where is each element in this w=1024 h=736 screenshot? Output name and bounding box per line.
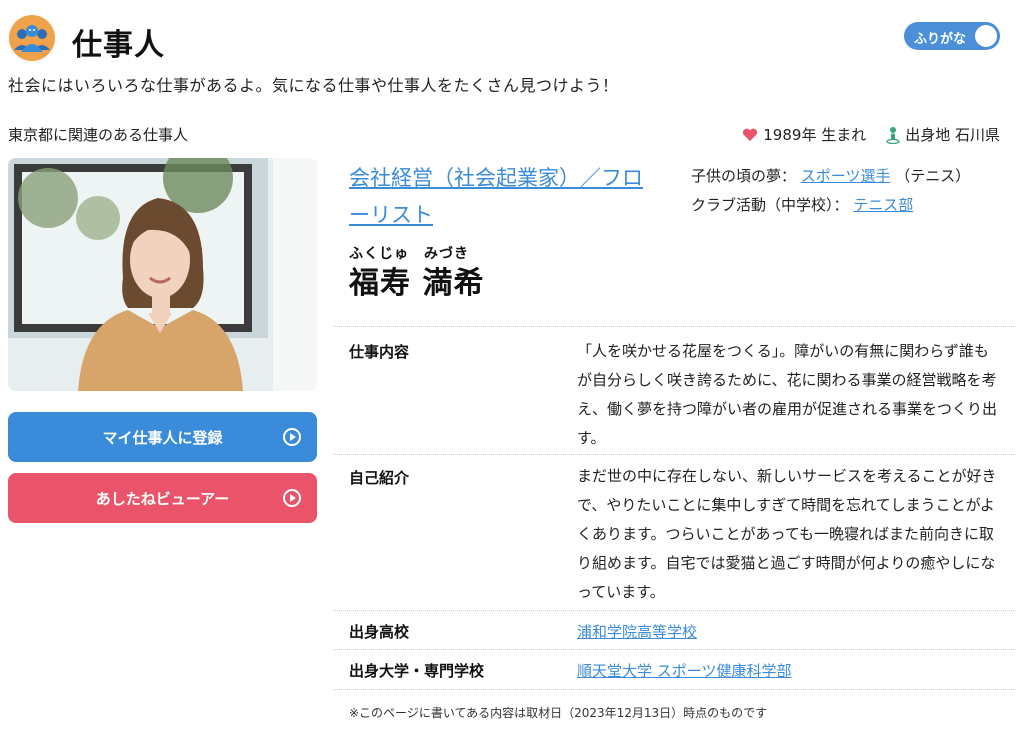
people-group-icon[interactable] [8,14,56,62]
dream-label: 子供の頃の夢： [691,167,797,185]
ashitane-viewer-button[interactable]: あしたねビューアー [8,473,317,523]
detail-row-high-school: 出身高校 浦和学院高等学校 [333,610,1016,650]
club-label: クラブ活動（中学校）： [691,196,849,214]
birth-year: 1989年 生まれ [742,124,866,145]
birthplace-text: 出身地 石川県 [905,126,1000,144]
furigana-toggle-label: ふりがな [914,32,967,47]
portrait-image [8,158,317,391]
dream-note: （テニス） [895,167,971,185]
intro-text: まだ世の中に存在しない、新しいサービスを考えることが好きで、やりたいことに集中し… [577,467,997,601]
school-link[interactable]: 浦和学院高等学校 [577,623,697,641]
childhood-dream: 子供の頃の夢： スポーツ選手 （テニス） [691,162,970,191]
section-title: 東京都に関連のある仕事人 [8,126,189,144]
dream-link[interactable]: スポーツ選手 [801,167,891,185]
university-link[interactable]: 順天堂大学 スポーツ健康科学部 [577,662,791,680]
job-title-link[interactable]: 会社経営（社会起業家）／フローリスト [349,160,659,234]
work-text: 「人を咲かせる花屋をつくる」。障がいの有無に関わらず誰もが自分らしく咲き誇るため… [577,342,998,447]
profile-photo [8,158,317,391]
tagline: 社会にはいろいろな仕事があるよ。気になる仕事や仕事人をたくさん見つけよう！ [8,76,619,95]
club-activity: クラブ活動（中学校）： テニス部 [691,191,970,220]
work-label: 仕事内容 [349,343,410,361]
viewer-button-label: あしたねビューアー [95,489,230,508]
school-label: 出身高校 [349,623,410,641]
university-label: 出身大学・専門学校 [349,662,485,680]
detail-row-intro: 自己紹介 まだ世の中に存在しない、新しいサービスを考えることが好きで、やりたいこ… [333,454,1016,610]
heart-icon [743,128,758,141]
birthplace: 出身地 石川県 [886,124,1000,145]
site-header: 仕事人 ふりがな [8,12,1016,68]
intro-label: 自己紹介 [349,469,410,487]
profile-meta: 1989年 生まれ 出身地 石川県 [742,124,1000,145]
play-circle-icon [283,489,301,507]
detail-row-work: 仕事内容 「人を咲かせる花屋をつくる」。障がいの有無に関わらず誰もが自分らしく咲… [333,326,1016,454]
footnote: ※このページに書いてある内容は取材日（2023年12月13日）時点のものです [349,706,768,720]
profile-details: 仕事内容 「人を咲かせる花屋をつくる」。障がいの有無に関わらず誰もが自分らしく咲… [333,326,1016,690]
childhood-info: 子供の頃の夢： スポーツ選手 （テニス） クラブ活動（中学校）： テニス部 [691,162,970,220]
register-my-worker-button[interactable]: マイ仕事人に登録 [8,412,317,462]
register-button-label: マイ仕事人に登録 [102,428,223,447]
person-pin-icon [886,126,900,144]
site-title[interactable]: 仕事人 [72,20,165,64]
birth-year-text: 1989年 生まれ [763,126,867,144]
person-name: 福寿 満希 [349,266,485,301]
toggle-knob [975,25,997,47]
club-link[interactable]: テニス部 [853,196,913,214]
furigana-toggle[interactable]: ふりがな [904,22,1000,50]
detail-row-university: 出身大学・専門学校 順天堂大学 スポーツ健康科学部 [333,650,1016,690]
play-circle-icon [283,428,301,446]
